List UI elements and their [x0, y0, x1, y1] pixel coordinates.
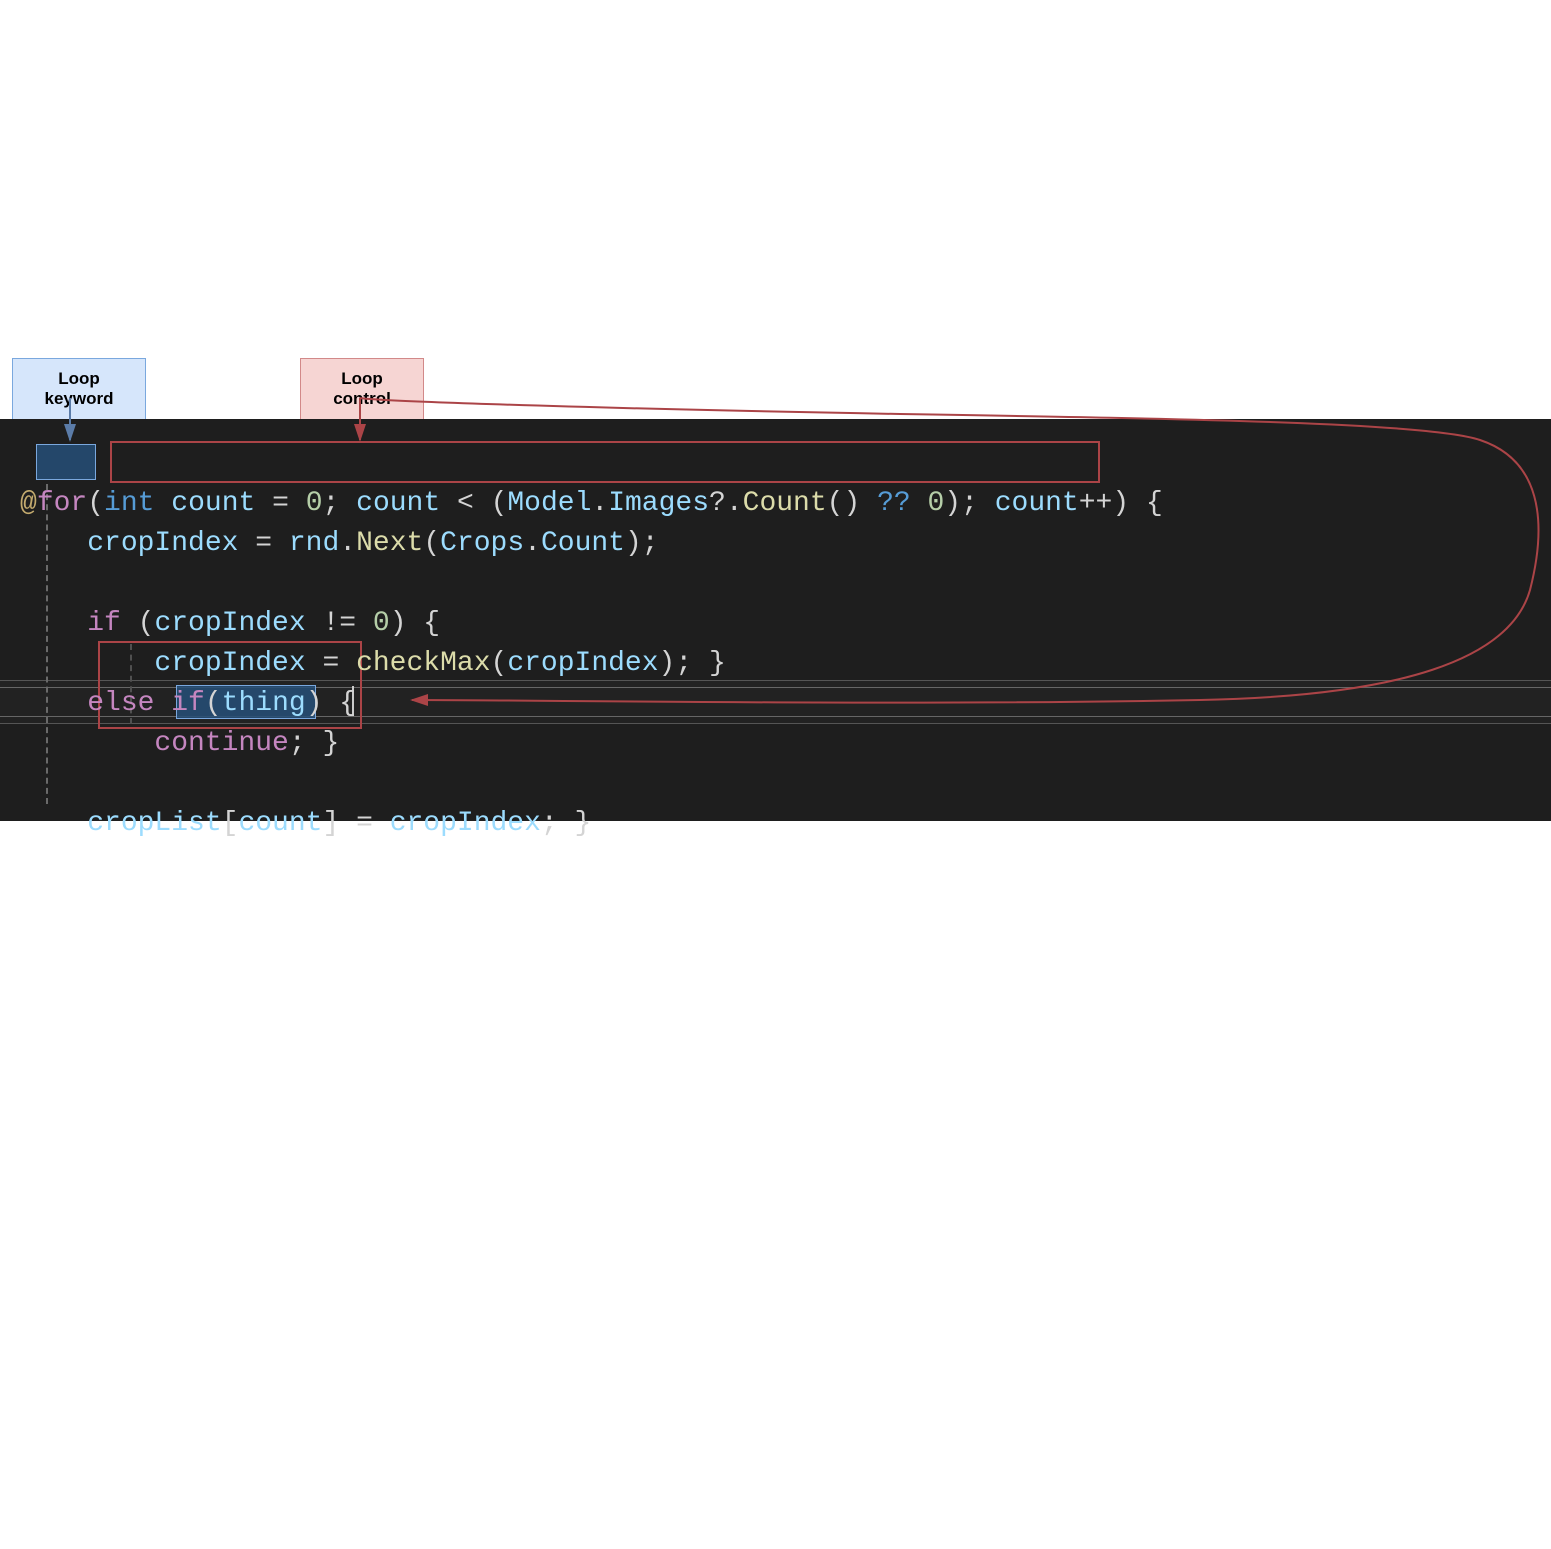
dot: .: [339, 528, 356, 559]
eq: =: [306, 648, 356, 679]
zero: 0: [373, 608, 390, 639]
bo: [: [222, 808, 239, 839]
paren-open: (: [87, 488, 104, 519]
po: (: [491, 648, 508, 679]
else-keyword: else: [87, 688, 154, 719]
qdot: ?.: [709, 488, 743, 519]
cropList: cropList: [87, 808, 221, 839]
indent: [20, 808, 87, 839]
crops: Crops: [440, 528, 524, 559]
neq: !=: [306, 608, 373, 639]
count: count: [238, 808, 322, 839]
int-keyword: int: [104, 488, 154, 519]
cropIndex: cropIndex: [390, 808, 541, 839]
po: (: [205, 688, 222, 719]
eq: =: [238, 528, 288, 559]
semi: ; }: [541, 808, 591, 839]
po: (: [423, 528, 440, 559]
eq: =: [255, 488, 305, 519]
semi: ;: [289, 728, 323, 759]
cropIndex: cropIndex: [154, 608, 305, 639]
count-var: count: [356, 488, 440, 519]
sp: [154, 688, 171, 719]
po: (: [121, 608, 155, 639]
brace: }: [322, 728, 339, 759]
indent: [20, 648, 154, 679]
sp: [154, 488, 171, 519]
pc: ) {: [390, 608, 440, 639]
nullcoal: ??: [860, 488, 927, 519]
close-main: ): [1112, 488, 1129, 519]
indent: [20, 528, 87, 559]
code-editor: ^^^^^^^^^^ @for(int count = 0; count < (…: [0, 419, 1551, 821]
rnd: rnd: [289, 528, 339, 559]
next: Next: [356, 528, 423, 559]
code-text: @for(int count = 0; count < (Model.Image…: [20, 444, 1163, 884]
thing: thing: [222, 688, 306, 719]
dot: .: [524, 528, 541, 559]
count-var: count: [171, 488, 255, 519]
checkMax: checkMax: [356, 648, 490, 679]
count: Count: [541, 528, 625, 559]
for-keyword: for: [37, 488, 87, 519]
zero: 0: [306, 488, 323, 519]
bc: ] =: [322, 808, 389, 839]
images: Images: [608, 488, 709, 519]
lt: < (: [440, 488, 507, 519]
pc: ); }: [659, 648, 726, 679]
razor-at: @: [20, 488, 37, 519]
pc: ) {: [306, 688, 356, 719]
indent: [20, 608, 87, 639]
semi: ;: [323, 488, 357, 519]
indent: [20, 728, 154, 759]
label-loop-keyword: Loop keyword: [12, 358, 146, 420]
close: );: [944, 488, 994, 519]
indent: [20, 688, 87, 719]
label-loop-control: Loop control: [300, 358, 424, 420]
count-var: count: [995, 488, 1079, 519]
dot: .: [591, 488, 608, 519]
parens: (): [827, 488, 861, 519]
if-keyword: if: [87, 608, 121, 639]
cropIndex: cropIndex: [154, 648, 305, 679]
count-method: Count: [743, 488, 827, 519]
pc: );: [625, 528, 659, 559]
inc: ++: [1079, 488, 1113, 519]
cropIndex: cropIndex: [507, 648, 658, 679]
zero: 0: [927, 488, 944, 519]
cropIndex: cropIndex: [87, 528, 238, 559]
continue-keyword: continue: [154, 728, 288, 759]
model: Model: [507, 488, 591, 519]
brace-open: {: [1129, 488, 1163, 519]
if-keyword: if: [171, 688, 205, 719]
